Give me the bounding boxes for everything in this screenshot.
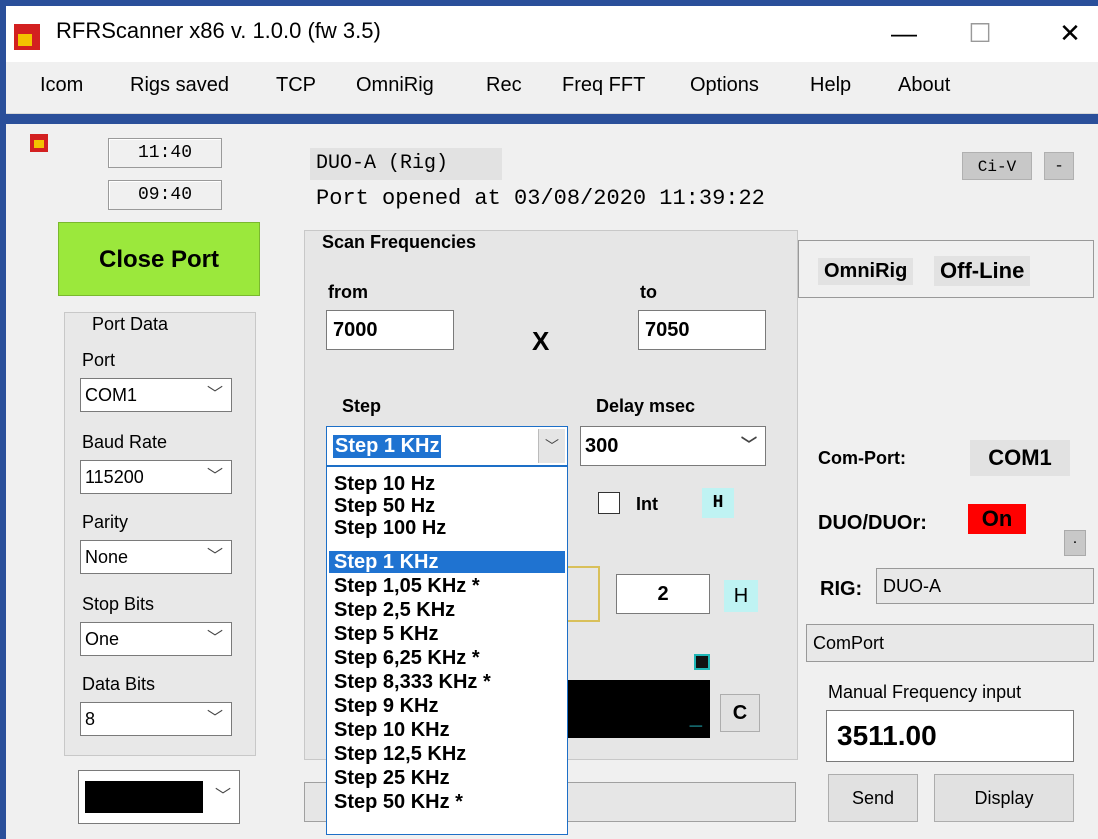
delay-label: Delay msec (596, 396, 696, 416)
menu-help[interactable]: Help (810, 74, 851, 97)
stop-bits-label: Stop Bits (82, 594, 155, 614)
menu-freq-fft[interactable]: Freq FFT (562, 74, 645, 97)
port-select-value: COM1 (85, 385, 138, 405)
rig-label: RIG: (820, 578, 863, 600)
manual-frequency-input[interactable]: 3511.00 (826, 710, 1074, 762)
h-button[interactable]: H (702, 488, 734, 518)
step-option[interactable]: Step 1,05 KHz * (329, 575, 565, 597)
step-option[interactable]: Step 12,5 KHz (329, 743, 565, 765)
from-frequency-input[interactable]: 7000 (326, 310, 454, 350)
stop-bits-value: One (85, 629, 120, 649)
step-option[interactable]: Step 10 KHz (329, 719, 565, 741)
menu-omnirig[interactable]: OmniRig (356, 74, 434, 97)
step-option[interactable]: Step 25 KHz (329, 767, 565, 789)
step-option[interactable]: Step 10 Hz (329, 473, 565, 495)
parity-value: None (85, 547, 129, 567)
omnirig-status: Off-Line (934, 256, 1031, 286)
parity-select[interactable]: None ﹀ (80, 540, 232, 574)
step-option-selected[interactable]: Step 1 KHz (329, 551, 565, 573)
rig-name-label: DUO-A (Rig) (310, 148, 502, 180)
int-label: Int (636, 494, 658, 514)
maximize-button[interactable]: ☐ (942, 10, 1018, 56)
from-label: from (328, 282, 368, 302)
baud-rate-label: Baud Rate (82, 432, 168, 452)
color-swatch (85, 781, 203, 813)
step-label: Step (342, 396, 382, 416)
window-title: RFRScanner x86 v. 1.0.0 (fw 3.5) (56, 18, 381, 43)
menu-options[interactable]: Options (690, 74, 759, 97)
indicator-square (694, 654, 710, 670)
step-option[interactable]: Step 5 KHz (329, 623, 565, 645)
menu-rigs-saved[interactable]: Rigs saved (130, 74, 229, 97)
data-bits-label: Data Bits (82, 674, 156, 694)
step-option[interactable]: Step 8,333 KHz * (329, 671, 565, 693)
delay-select[interactable]: 300 ﹀ (580, 426, 766, 466)
chevron-down-icon: ﹀ (206, 630, 223, 647)
to-label: to (640, 282, 657, 302)
step-option[interactable]: Step 100 Hz (329, 517, 565, 539)
step-select-value: Step 1 KHz (333, 435, 442, 458)
data-bits-value: 8 (85, 709, 96, 729)
comport-field: ComPort (806, 624, 1094, 662)
h-button-2[interactable]: H (724, 580, 758, 612)
client-border (6, 114, 1098, 124)
chevron-down-icon[interactable]: ﹀ (538, 429, 565, 463)
color-select[interactable]: ﹀ (78, 770, 240, 824)
step-option[interactable]: Step 50 Hz (329, 495, 565, 517)
stop-bits-select[interactable]: One ﹀ (80, 622, 232, 656)
display-button[interactable]: Display (934, 774, 1074, 822)
close-window-button[interactable]: ✕ (1032, 10, 1098, 56)
to-frequency-input[interactable]: 7050 (638, 310, 766, 350)
duo-label: DUO/DUOr: (818, 512, 927, 534)
step-option[interactable]: Step 50 KHz * (329, 791, 565, 813)
x-label: X (532, 326, 550, 356)
port-data-title: Port Data (92, 314, 169, 334)
menu-rec[interactable]: Rec (486, 74, 522, 97)
scan-display: _ (560, 680, 710, 738)
minimize-button[interactable]: — (866, 10, 942, 56)
step-dropdown-list[interactable]: Step 10 Hz Step 50 Hz Step 100 Hz Step 1… (326, 466, 568, 835)
logo-icon (30, 134, 48, 152)
step-option[interactable]: Step 9 KHz (329, 695, 565, 717)
count-input[interactable]: 2 (616, 574, 710, 614)
step-select[interactable]: Step 1 KHz ﹀ (326, 426, 568, 466)
duo-status-badge: On (968, 504, 1026, 534)
chevron-down-icon: ﹀ (206, 710, 223, 727)
comport-value: COM1 (970, 440, 1070, 476)
small-dot-button[interactable]: . (1064, 530, 1086, 556)
menu-tcp[interactable]: TCP (276, 74, 316, 97)
close-port-button[interactable]: Close Port (58, 222, 260, 296)
clock-secondary: 09:40 (108, 180, 222, 210)
step-option[interactable]: Step 6,25 KHz * (329, 647, 565, 669)
int-checkbox[interactable] (598, 492, 620, 514)
data-bits-select[interactable]: 8 ﹀ (80, 702, 232, 736)
scan-frequencies-title: Scan Frequencies (322, 232, 477, 252)
rig-value-field: DUO-A (876, 568, 1094, 604)
c-button[interactable]: C (720, 694, 760, 732)
menu-about[interactable]: About (898, 74, 950, 97)
chevron-down-icon: ﹀ (214, 788, 231, 805)
menu-icom[interactable]: Icom (40, 74, 83, 97)
parity-label: Parity (82, 512, 129, 532)
clock-primary: 11:40 (108, 138, 222, 168)
port-label: Port (82, 350, 116, 370)
comport-label: Com-Port: (818, 448, 906, 468)
baud-rate-value: 115200 (85, 467, 144, 487)
delay-select-value: 300 (585, 435, 619, 457)
chevron-down-icon: ﹀ (206, 386, 223, 403)
chevron-down-icon: ﹀ (740, 437, 757, 454)
display-cursor: _ (689, 704, 702, 729)
chevron-down-icon: ﹀ (206, 468, 223, 485)
port-select[interactable]: COM1 ﹀ (80, 378, 232, 412)
manual-frequency-label: Manual Frequency input (828, 682, 1022, 702)
app-icon (14, 24, 40, 50)
minus-button[interactable]: - (1044, 152, 1074, 180)
port-status-text: Port opened at 03/08/2020 11:39:22 (316, 186, 765, 211)
omnirig-label: OmniRig (818, 258, 914, 285)
civ-button[interactable]: Ci-V (962, 152, 1032, 180)
chevron-down-icon: ﹀ (206, 548, 223, 565)
send-button[interactable]: Send (828, 774, 918, 822)
baud-rate-select[interactable]: 115200 ﹀ (80, 460, 232, 494)
step-option[interactable]: Step 2,5 KHz (329, 599, 565, 621)
